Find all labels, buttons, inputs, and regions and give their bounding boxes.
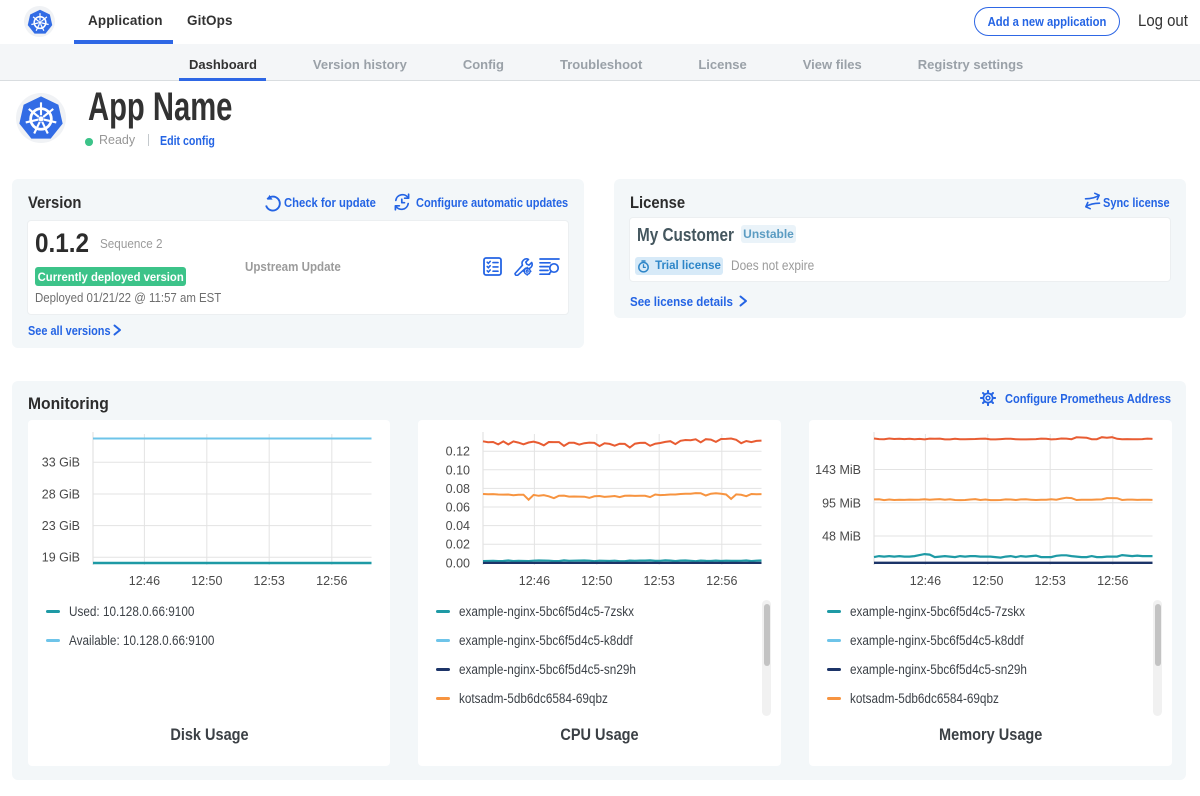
svg-text:143 MiB: 143 MiB bbox=[815, 463, 861, 477]
svg-text:12:53: 12:53 bbox=[1035, 574, 1066, 588]
svg-text:0.02: 0.02 bbox=[446, 538, 470, 552]
svg-text:19 GiB: 19 GiB bbox=[42, 551, 80, 565]
svg-text:0.00: 0.00 bbox=[446, 556, 470, 570]
svg-text:28 GiB: 28 GiB bbox=[42, 488, 80, 502]
svg-text:12:53: 12:53 bbox=[644, 574, 675, 588]
svg-text:95 MiB: 95 MiB bbox=[822, 496, 861, 510]
svg-text:12:53: 12:53 bbox=[254, 574, 285, 588]
svg-text:23 GiB: 23 GiB bbox=[42, 519, 80, 533]
svg-text:12:50: 12:50 bbox=[191, 574, 222, 588]
svg-text:0.06: 0.06 bbox=[446, 501, 470, 515]
svg-text:12:56: 12:56 bbox=[316, 574, 347, 588]
svg-text:0.04: 0.04 bbox=[446, 519, 470, 533]
svg-text:0.10: 0.10 bbox=[446, 463, 470, 477]
svg-text:0.08: 0.08 bbox=[446, 482, 470, 496]
svg-text:12:46: 12:46 bbox=[129, 574, 160, 588]
svg-text:12:50: 12:50 bbox=[581, 574, 612, 588]
svg-text:0.12: 0.12 bbox=[446, 445, 470, 459]
svg-text:12:50: 12:50 bbox=[972, 574, 1003, 588]
svg-text:12:56: 12:56 bbox=[706, 574, 737, 588]
svg-text:33 GiB: 33 GiB bbox=[42, 456, 80, 470]
svg-text:12:46: 12:46 bbox=[910, 574, 941, 588]
svg-text:48 MiB: 48 MiB bbox=[822, 530, 861, 544]
svg-text:12:56: 12:56 bbox=[1097, 574, 1128, 588]
svg-text:12:46: 12:46 bbox=[519, 574, 550, 588]
